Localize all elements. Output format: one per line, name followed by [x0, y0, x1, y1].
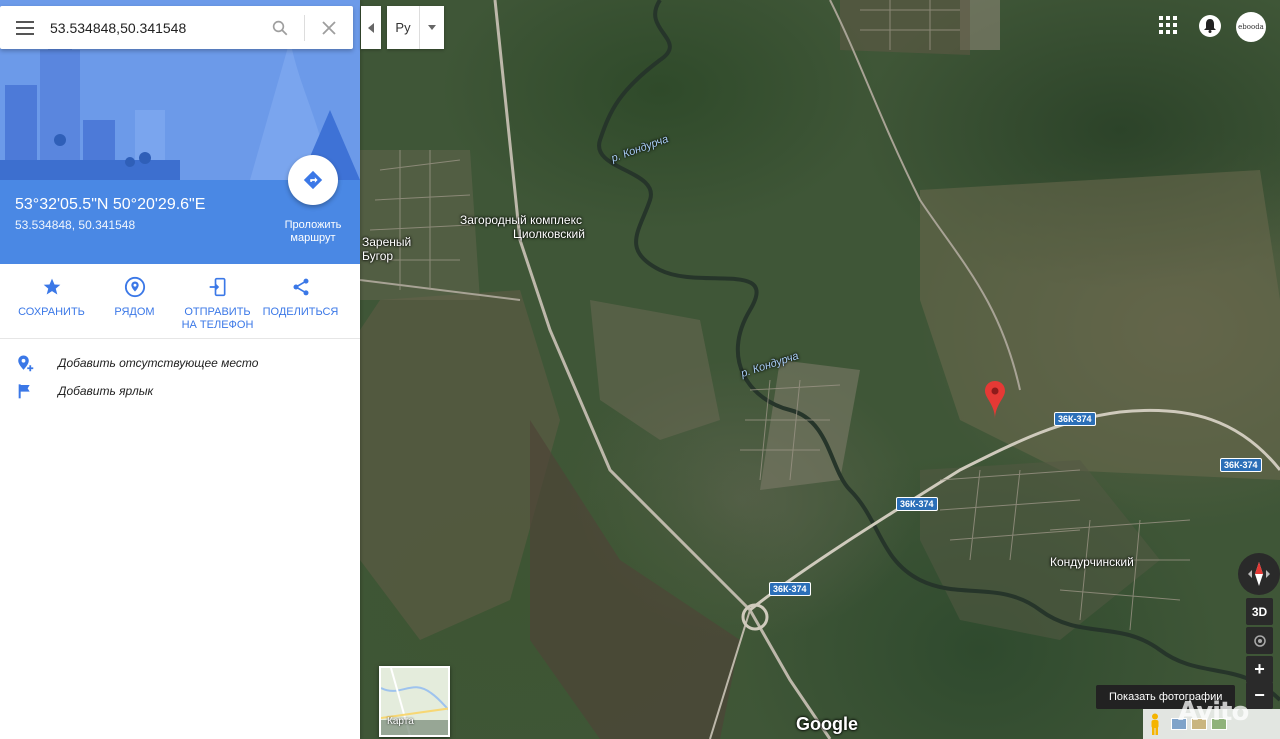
menu-button[interactable]: [0, 6, 50, 49]
search-input[interactable]: [50, 19, 256, 36]
place-actions: СОХРАНИТЬ РЯДОМ ОТПРАВИТЬ НА ТЕЛЕФОН ПОДЕ…: [0, 264, 360, 339]
save-label: СОХРАНИТЬ: [18, 306, 85, 318]
send-to-phone-label-line1: ОТПРАВИТЬ: [184, 306, 251, 318]
search-icon: [272, 20, 288, 35]
share-icon: [293, 278, 308, 296]
coordinates-decimal: 53.534848, 50.341548: [15, 218, 136, 232]
add-label-label: Добавить ярлык: [58, 384, 154, 398]
place-label-complex-line1[interactable]: Загородный комплекс: [460, 213, 582, 227]
hamburger-menu-icon: [16, 20, 34, 35]
tilt-3d-button[interactable]: 3D: [1246, 598, 1273, 625]
apps-grid-icon: [1159, 16, 1177, 34]
send-to-phone-label-line2: НА ТЕЛЕФОН: [181, 319, 254, 331]
road-shield: 36К-374: [896, 497, 938, 511]
avito-watermark: Avito: [1178, 697, 1249, 727]
place-label-village-line1[interactable]: Зареный: [362, 235, 411, 249]
coordinates-dms: 53°32'05.5"N 50°20'29.6"E: [15, 196, 206, 213]
chevron-left-icon: [368, 22, 374, 33]
chevron-down-icon: [428, 25, 436, 30]
place-panel: 53°32'05.5"N 50°20'29.6"E 53.534848, 50.…: [0, 0, 360, 739]
bell-icon: [1204, 19, 1216, 33]
nearby-pin-icon: [124, 276, 145, 298]
language-value: Ру: [395, 20, 411, 35]
add-missing-place-label: Добавить отсутствующее место: [58, 356, 259, 370]
google-logo: Google: [796, 714, 858, 734]
add-place-icon: [18, 355, 34, 372]
directions-icon: [303, 170, 323, 190]
satellite-map[interactable]: р. Кондурча р. Кондурча Загородный компл…: [360, 0, 1280, 739]
map-type-switcher[interactable]: Карта: [379, 666, 450, 737]
share-label: ПОДЕЛИТЬСЯ: [262, 306, 339, 318]
send-to-phone-button[interactable]: ОТПРАВИТЬ НА ТЕЛЕФОН: [176, 264, 259, 338]
compass-button[interactable]: [1238, 553, 1280, 595]
collapse-panel-button[interactable]: [361, 6, 381, 49]
nearby-button[interactable]: РЯДОМ: [93, 264, 176, 338]
language-select[interactable]: Ру: [387, 6, 444, 49]
nearby-label: РЯДОМ: [114, 306, 155, 318]
account-avatar[interactable]: ebooda: [1236, 12, 1266, 42]
share-button[interactable]: ПОДЕЛИТЬСЯ: [259, 264, 342, 338]
directions-label-line2: маршрут: [290, 232, 336, 244]
search-button[interactable]: [256, 6, 304, 49]
zoom-out-button[interactable]: −: [1246, 682, 1273, 709]
place-label-complex-line2[interactable]: Циолковский: [513, 227, 585, 241]
clear-search-button[interactable]: [305, 6, 353, 49]
road-shield: 36К-374: [1054, 412, 1096, 426]
close-icon: [322, 20, 336, 35]
star-icon: [43, 278, 60, 295]
search-box: [0, 6, 353, 49]
send-to-phone-icon: [209, 277, 225, 297]
road-shield: 36К-374: [769, 582, 811, 596]
pegman-button[interactable]: [1143, 709, 1167, 739]
pegman-icon: [1151, 713, 1159, 735]
directions-button[interactable]: [288, 155, 338, 205]
directions-label-line1: Проложить: [284, 219, 342, 231]
my-location-button[interactable]: [1246, 627, 1273, 654]
directions-label[interactable]: Проложить маршрут: [268, 219, 358, 245]
road-shield: 36К-374: [1220, 458, 1262, 472]
location-pin-icon[interactable]: [985, 381, 1005, 424]
place-label-village-line2[interactable]: Бугор: [362, 249, 393, 263]
add-missing-place-item[interactable]: Добавить отсутствующее место: [0, 350, 360, 376]
place-label-kondurchinsky[interactable]: Кондурчинский: [1050, 555, 1134, 569]
zoom-in-button[interactable]: +: [1246, 656, 1273, 683]
save-button[interactable]: СОХРАНИТЬ: [10, 264, 93, 338]
notifications-button[interactable]: [1199, 15, 1221, 37]
google-apps-button[interactable]: [1158, 15, 1178, 35]
add-label-item[interactable]: Добавить ярлык: [0, 378, 360, 404]
compass-icon: [1248, 562, 1270, 586]
flag-icon: [18, 384, 30, 399]
map-terrain: [360, 0, 1280, 739]
send-to-phone-label: ОТПРАВИТЬ НА ТЕЛЕФОН: [176, 306, 259, 332]
minimap-label: Карта: [387, 716, 414, 727]
my-location-icon: [1253, 634, 1266, 647]
